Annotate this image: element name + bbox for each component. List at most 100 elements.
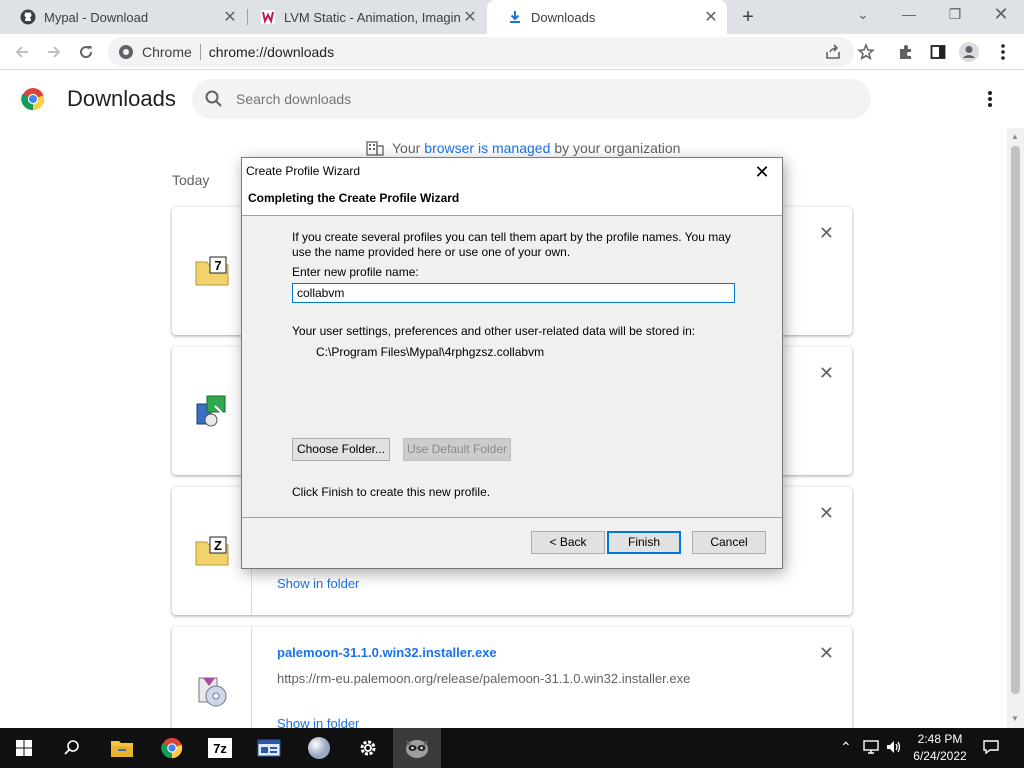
- back-button[interactable]: < Back: [531, 531, 605, 554]
- file-url: https://rm-eu.palemoon.org/release/palem…: [277, 671, 691, 686]
- dialog-separator: [242, 517, 782, 518]
- file-name[interactable]: palemoon-31.1.0.win32.installer.exe: [277, 645, 497, 660]
- restore-button[interactable]: ❐: [932, 0, 978, 30]
- profile-name-label: Enter new profile name:: [292, 265, 419, 279]
- github-icon: [20, 9, 36, 25]
- palemoon-installer-icon: [198, 677, 226, 707]
- tab-downloads[interactable]: Downloads ✕: [487, 0, 727, 34]
- chrome-icon[interactable]: [148, 728, 196, 768]
- dialog-close-button[interactable]: ✕: [748, 160, 776, 184]
- omnibox-divider: [199, 44, 201, 60]
- back-arrow-icon: [15, 46, 28, 58]
- 7zip-icon: Z: [195, 536, 228, 566]
- downloads-header: Downloads: [0, 70, 1024, 128]
- close-icon[interactable]: ✕: [701, 7, 721, 27]
- page-scrollbar[interactable]: ▲ ▼: [1007, 128, 1024, 728]
- clock-time: 2:48 PM: [917, 732, 963, 746]
- network-icon[interactable]: [862, 739, 880, 758]
- window-close-button[interactable]: ✕: [978, 0, 1024, 30]
- use-default-folder-button[interactable]: Use Default Folder: [403, 438, 511, 461]
- scroll-up-icon[interactable]: ▲: [1011, 132, 1019, 141]
- scrollbar-thumb[interactable]: [1011, 146, 1020, 694]
- profile-avatar-icon[interactable]: [958, 41, 980, 63]
- tab-title: LVM Static - Animation, Imaginat: [284, 9, 460, 25]
- managed-prefix: Your: [392, 140, 421, 156]
- svg-text:7: 7: [214, 258, 221, 273]
- address-bar[interactable]: Chrome chrome://downloads: [108, 37, 854, 67]
- remove-download-icon[interactable]: ✕: [819, 363, 834, 384]
- mypal-icon[interactable]: [295, 728, 343, 768]
- show-in-folder-link[interactable]: Show in folder: [277, 576, 359, 591]
- profile-name-input[interactable]: [292, 283, 735, 303]
- dialog-title: Create Profile Wizard: [246, 164, 361, 178]
- intro-text: If you create several profiles you can t…: [292, 230, 731, 259]
- tab-title: Mypal - Download: [44, 9, 149, 25]
- settings-icon[interactable]: [344, 728, 392, 768]
- choose-folder-button[interactable]: Choose Folder...: [292, 438, 390, 461]
- dialog-heading: Completing the Create Profile Wizard: [248, 191, 460, 205]
- search-input[interactable]: [236, 91, 836, 107]
- close-icon[interactable]: ✕: [460, 7, 480, 27]
- finish-button[interactable]: Finish: [607, 531, 681, 554]
- finish-note: Click Finish to create this new profile.: [292, 485, 491, 499]
- tab-strip: Mypal - Download ✕ LVM Static - Animatio…: [0, 0, 1024, 34]
- clock-date: 6/24/2022: [913, 749, 967, 763]
- managed-notice: Your browser is managed by your organiza…: [366, 140, 680, 156]
- remove-download-icon[interactable]: ✕: [819, 503, 834, 524]
- tab-search-icon[interactable]: ⌄: [840, 0, 886, 30]
- installer-icon: [196, 395, 225, 427]
- storage-text: Your user settings, preferences and othe…: [292, 324, 696, 338]
- chrome-logo-icon: [21, 88, 45, 111]
- site-label: Chrome: [142, 44, 192, 60]
- minimize-button[interactable]: —: [886, 0, 932, 30]
- scroll-down-icon[interactable]: ▼: [1011, 714, 1019, 723]
- svg-text:7z: 7z: [213, 741, 227, 756]
- browser-toolbar: Chrome chrome://downloads: [0, 34, 1024, 70]
- 7zip-icon[interactable]: 7z: [196, 728, 244, 768]
- volume-icon[interactable]: [885, 739, 903, 758]
- remove-download-icon[interactable]: ✕: [819, 643, 834, 664]
- managed-suffix: by your organization: [554, 140, 681, 156]
- chrome-site-icon: [119, 45, 133, 59]
- download-icon: [507, 9, 523, 25]
- create-profile-dialog: Create Profile Wizard ✕ Completing the C…: [241, 157, 783, 569]
- collabvm-icon[interactable]: [393, 728, 441, 768]
- control-panel-icon[interactable]: [245, 728, 293, 768]
- close-icon[interactable]: ✕: [220, 7, 240, 27]
- tab-lvm-static[interactable]: LVM Static - Animation, Imaginat ✕: [240, 0, 486, 34]
- svg-text:Z: Z: [214, 538, 222, 553]
- more-actions-icon[interactable]: [980, 88, 1000, 110]
- dialog-header: Create Profile Wizard ✕ Completing the C…: [242, 158, 782, 216]
- forward-arrow-icon: [48, 46, 61, 58]
- page-title: Downloads: [67, 86, 176, 111]
- cancel-button[interactable]: Cancel: [692, 531, 766, 554]
- remove-download-icon[interactable]: ✕: [819, 223, 834, 244]
- share-icon[interactable]: [822, 41, 844, 63]
- extensions-icon[interactable]: [895, 41, 917, 63]
- date-section-heading: Today: [172, 172, 210, 188]
- bookmark-star-icon[interactable]: [855, 41, 877, 63]
- windows-taskbar: 7z ⌃ 2:48 PM 6/24/2022: [0, 728, 1024, 768]
- search-icon[interactable]: [48, 728, 96, 768]
- forward-button[interactable]: [42, 40, 66, 64]
- managed-link[interactable]: browser is managed: [424, 140, 550, 156]
- new-tab-button[interactable]: +: [738, 6, 758, 28]
- search-icon: [205, 90, 222, 107]
- search-downloads-box[interactable]: [192, 79, 871, 119]
- start-icon[interactable]: [0, 728, 48, 768]
- system-clock[interactable]: 2:48 PM 6/24/2022: [908, 731, 972, 765]
- back-button[interactable]: [10, 40, 34, 64]
- reload-button[interactable]: [74, 40, 98, 64]
- file-explorer-icon[interactable]: [98, 728, 146, 768]
- profile-path: C:\Program Files\Mypal\4rphgzsz.collabvm: [316, 345, 545, 359]
- url-text[interactable]: chrome://downloads: [209, 44, 334, 60]
- notification-icon[interactable]: [982, 739, 1000, 758]
- reload-icon: [80, 46, 93, 59]
- side-panel-icon[interactable]: [927, 41, 949, 63]
- tab-mypal-download[interactable]: Mypal - Download ✕: [0, 0, 246, 34]
- lvm-icon: [260, 9, 276, 25]
- tray-overflow-icon[interactable]: ⌃: [840, 739, 852, 756]
- building-icon: [366, 141, 384, 156]
- chrome-menu-icon[interactable]: [992, 41, 1014, 63]
- tab-title: Downloads: [531, 9, 596, 25]
